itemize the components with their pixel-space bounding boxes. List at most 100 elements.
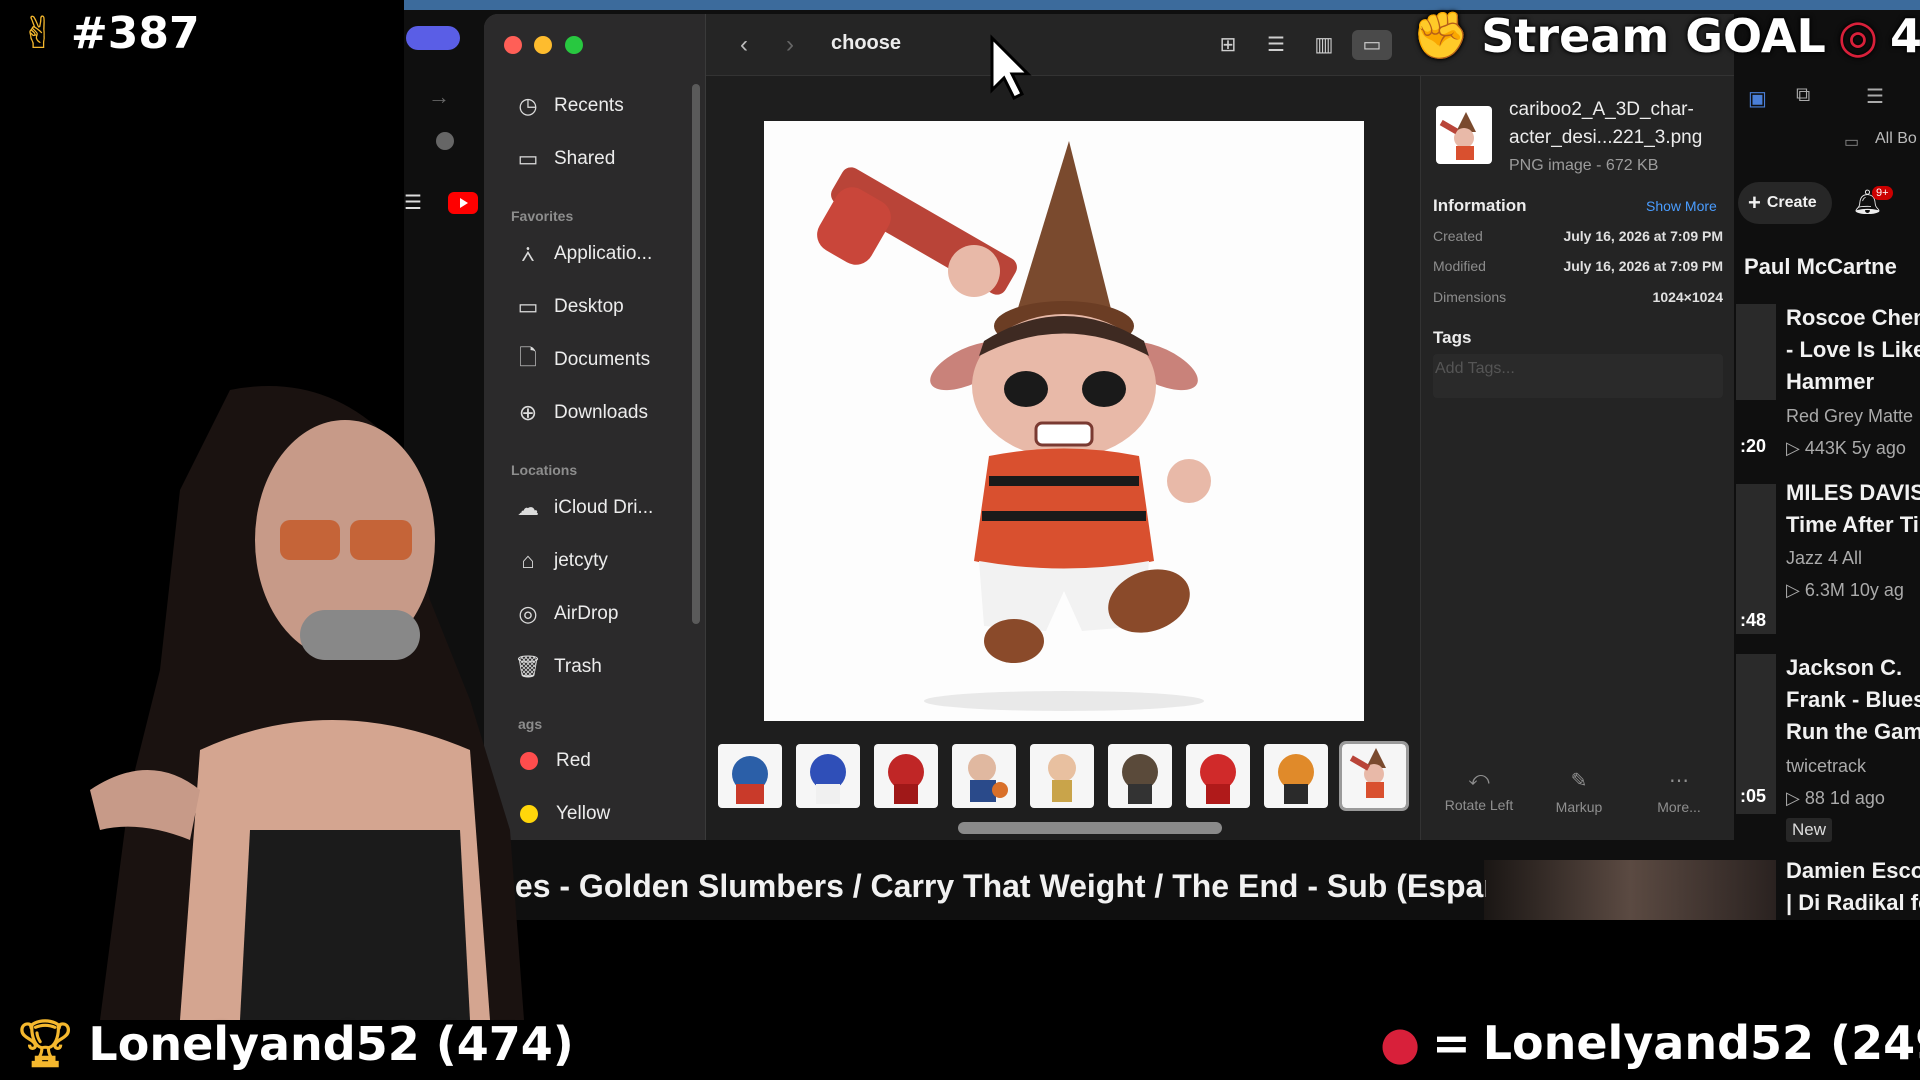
- dimensions-value: 1024×1024: [1652, 289, 1723, 305]
- video-thumbnail[interactable]: [1736, 304, 1776, 400]
- zoom-window-button[interactable]: [565, 36, 583, 54]
- video-title[interactable]: Roscoe Chen: [1786, 302, 1920, 334]
- forward-button[interactable]: ›: [770, 30, 810, 60]
- all-bookmarks-label[interactable]: All Bo: [1875, 130, 1917, 148]
- now-playing-thumbnail[interactable]: [1484, 860, 1776, 920]
- rotate-left-icon: ⤺: [1468, 768, 1490, 790]
- sidebar-item-label: AirDrop: [554, 603, 619, 624]
- thumbnail-bulldog[interactable]: [1108, 744, 1172, 808]
- back-button[interactable]: ‹: [724, 30, 764, 60]
- close-window-button[interactable]: [504, 36, 522, 54]
- video-title[interactable]: Frank - Blues: [1786, 684, 1920, 716]
- fist-icon: ✊: [1412, 8, 1470, 62]
- extension-icon[interactable]: ⧉: [1796, 84, 1810, 107]
- video-title[interactable]: | Di Radikal fe: [1786, 887, 1920, 919]
- more-button[interactable]: ⋯ More...: [1634, 768, 1724, 815]
- notification-badge: 9+: [1872, 186, 1893, 200]
- sidebar-item-airdrop[interactable]: ◎ AirDrop: [514, 594, 618, 634]
- thumbnail-red-devil[interactable]: [874, 744, 938, 808]
- sidebar-item-label: jetcyty: [554, 550, 608, 571]
- dimensions-label: Dimensions: [1433, 289, 1507, 305]
- separator: =: [1432, 1016, 1471, 1070]
- video-channel[interactable]: Jazz 4 All: [1786, 548, 1862, 569]
- file-name: cariboo2_A_3D_char-acter_desi...221_3.pn…: [1509, 99, 1703, 148]
- thumbnail-red-monster[interactable]: [1186, 744, 1250, 808]
- sidebar-item-icloud[interactable]: ☁ iCloud Dri...: [514, 488, 653, 528]
- columns-icon: ▥: [1314, 34, 1334, 56]
- thumbnail-player[interactable]: [952, 744, 1016, 808]
- sidebar-item-documents[interactable]: 🗋 Documents: [514, 340, 650, 380]
- sidebar-item-label: Applicatio...: [554, 243, 653, 264]
- thumbnail-blue-jay[interactable]: [796, 744, 860, 808]
- sidebar-item-shared[interactable]: ▭ Shared: [514, 139, 616, 179]
- sidebar-item-desktop[interactable]: ▭ Desktop: [514, 287, 624, 327]
- video-title[interactable]: Damien Esco: [1786, 855, 1920, 887]
- list-icon: ☰: [1267, 34, 1285, 56]
- created-value: July 16, 2026 at 7:09 PM: [1563, 228, 1723, 244]
- desktop-icon: ▭: [517, 294, 539, 319]
- sidebar-item-recents[interactable]: ◷ Recents: [514, 86, 624, 126]
- video-title[interactable]: MILES DAVIS: [1786, 477, 1920, 509]
- file-thumbnail: [1436, 106, 1492, 164]
- show-more-link[interactable]: Show More: [1646, 198, 1717, 214]
- video-title[interactable]: - Love Is Like: [1786, 334, 1920, 366]
- create-button[interactable]: + Create: [1738, 182, 1832, 224]
- youtube-logo-icon[interactable]: [448, 192, 478, 214]
- sidebar-item-label: Trash: [554, 656, 602, 677]
- sidebar-item-tag-red[interactable]: Red: [514, 741, 591, 781]
- sidebar-item-downloads[interactable]: ⊕ Downloads: [514, 393, 648, 433]
- minimize-window-button[interactable]: [534, 36, 552, 54]
- queue-icon[interactable]: ☰: [1866, 84, 1884, 109]
- gallery-view-button[interactable]: ▭: [1352, 30, 1392, 60]
- video-stats: ▷ 6.3M 10y ag: [1786, 580, 1904, 600]
- modified-label: Modified: [1433, 258, 1486, 274]
- stream-goal: ✊ Stream GOAL ◎ 4%: [1412, 8, 1920, 63]
- column-view-button[interactable]: ▥: [1304, 30, 1344, 60]
- new-badge: New: [1786, 818, 1833, 842]
- sidebar-item-applications[interactable]: ⩑ Applicatio...: [514, 234, 652, 274]
- video-title[interactable]: Run the Gam: [1786, 716, 1920, 748]
- sidebar-scrollbar[interactable]: [692, 84, 700, 624]
- sidebar-item-tag-yellow[interactable]: Yellow: [514, 794, 610, 834]
- sidebar-item-home[interactable]: ⌂ jetcyty: [514, 541, 608, 581]
- markup-icon: ✎: [1570, 770, 1588, 792]
- information-heading: Information: [1433, 196, 1527, 215]
- goal-label: Stream GOAL: [1481, 8, 1826, 63]
- inspector-panel: [1420, 76, 1734, 840]
- sidebar-item-label: Downloads: [554, 402, 648, 423]
- thumbnail-elf[interactable]: [1030, 744, 1094, 808]
- thumbnail-tiger[interactable]: [1264, 744, 1328, 808]
- markup-button[interactable]: ✎ Markup: [1534, 768, 1624, 815]
- video-channel[interactable]: Red Grey Matte: [1786, 406, 1913, 427]
- video-title[interactable]: Time After Ti: [1786, 509, 1919, 541]
- extension-badge[interactable]: [406, 26, 460, 50]
- video-title[interactable]: Hammer: [1786, 366, 1874, 398]
- video-channel[interactable]: twicetrack: [1786, 756, 1866, 777]
- character-figure-image: [817, 141, 1211, 711]
- boxing-leader-name: Lonelyand52 (249): [1482, 1016, 1920, 1070]
- list-view-button[interactable]: ☰: [1256, 30, 1296, 60]
- video-title[interactable]: Jackson C.: [1786, 652, 1902, 684]
- chevron-left-icon: ‹: [740, 31, 748, 58]
- thumbnail-gnome-selected[interactable]: [1339, 741, 1409, 811]
- pip-icon[interactable]: ▣: [1748, 86, 1767, 111]
- top-supporter-name: Lonelyand52 (474): [88, 1016, 574, 1071]
- goal-percent: 4%: [1889, 8, 1920, 63]
- rock-hand-icon: ✌: [20, 8, 57, 59]
- now-playing-title[interactable]: les - Golden Slumbers / Carry That Weigh…: [506, 868, 1486, 905]
- target-icon: ◎: [1837, 8, 1878, 63]
- menu-icon[interactable]: ☰: [404, 190, 422, 215]
- add-tags-field[interactable]: Add Tags...: [1433, 354, 1723, 398]
- channel-heading[interactable]: Paul McCartne: [1744, 254, 1897, 280]
- top-supporter: 🏆︎ Lonelyand52 (474): [16, 1016, 574, 1071]
- video-duration: :48: [1740, 610, 1767, 630]
- image-preview[interactable]: [764, 121, 1364, 721]
- created-label: Created: [1433, 228, 1483, 244]
- sidebar-item-trash[interactable]: 🗑 Trash: [514, 647, 602, 687]
- sidebar-item-label: Recents: [554, 95, 624, 116]
- forward-arrow-icon[interactable]: →: [428, 84, 450, 110]
- horizontal-scrollbar[interactable]: [958, 822, 1222, 834]
- thumbnail-penguin[interactable]: [718, 744, 782, 808]
- rotate-left-button[interactable]: ⤺ Rotate Left: [1434, 768, 1524, 813]
- icon-view-button[interactable]: ⊞: [1208, 30, 1248, 60]
